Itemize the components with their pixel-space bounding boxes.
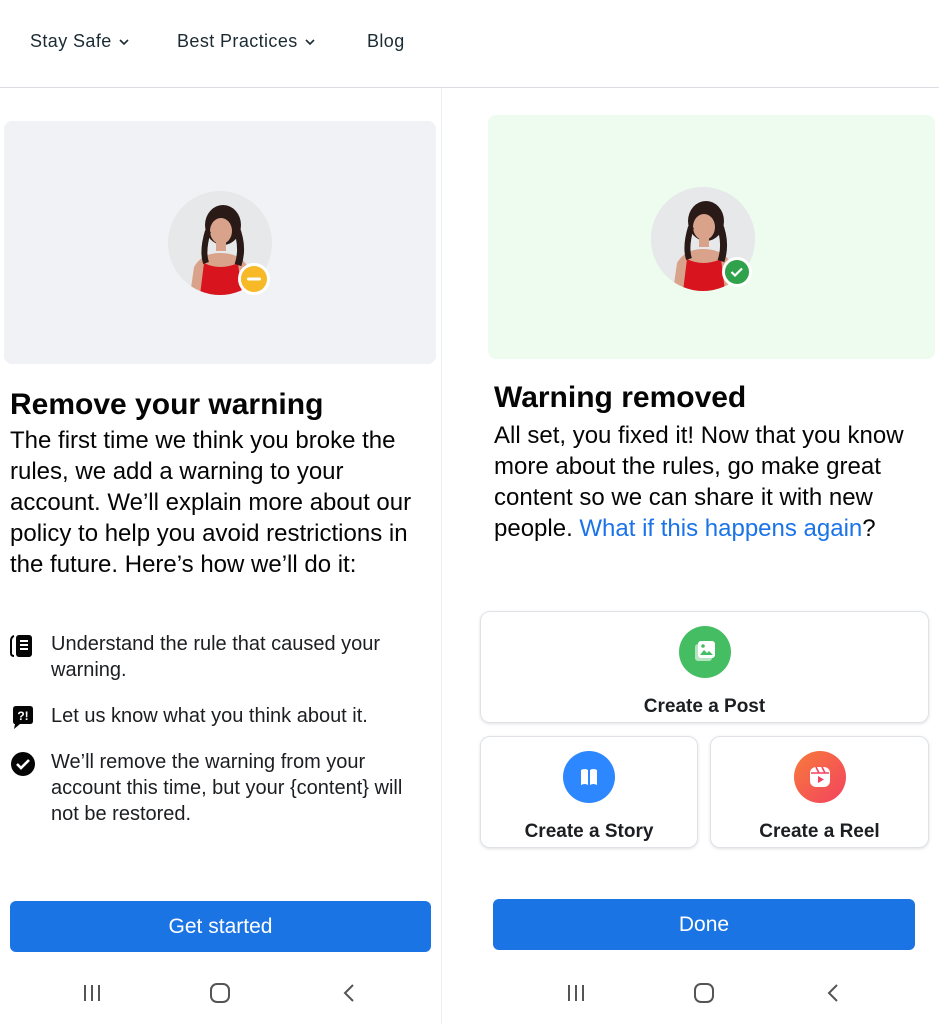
nav-blog-label: Blog — [367, 31, 405, 51]
nav-blog[interactable]: Blog — [367, 31, 405, 52]
warning-hero — [4, 121, 436, 364]
create-story-label: Create a Story — [524, 821, 654, 842]
create-reel-label: Create a Reel — [759, 821, 880, 842]
minus-circle-icon — [241, 266, 267, 292]
get-started-button[interactable]: Get started — [10, 901, 431, 952]
back-icon[interactable] — [336, 980, 362, 1006]
nav-best-practices-label: Best Practices — [177, 31, 298, 51]
warning-badge — [238, 263, 270, 295]
success-hero — [488, 115, 935, 359]
checkmark-circle-icon — [10, 751, 36, 777]
success-badge — [722, 257, 752, 287]
photo-icon — [678, 626, 731, 678]
system-navigation-bar — [474, 972, 939, 1024]
nav-stay-safe[interactable]: Stay Safe — [30, 31, 130, 52]
remove-warning-screen: Remove your warning The first time we th… — [0, 88, 442, 1024]
reel-play-icon — [793, 751, 846, 803]
top-navigation: Stay Safe Best Practices Blog — [0, 0, 939, 88]
page-title: Remove your warning — [10, 388, 324, 421]
list-item: We’ll remove the warning from your accou… — [10, 749, 430, 827]
create-story-card[interactable]: Create a Story — [480, 736, 698, 848]
chevron-down-icon — [119, 38, 129, 45]
success-text: All set, you fixed it! Now that you know… — [494, 420, 924, 544]
intro-text: The first time we think you broke the ru… — [10, 427, 412, 578]
recent-apps-icon[interactable] — [563, 980, 589, 1006]
what-if-link[interactable]: What if this happens again — [579, 515, 862, 542]
rulebook-icon — [10, 633, 36, 659]
home-icon[interactable] — [691, 980, 717, 1006]
feedback-bubble-icon: ?! — [10, 705, 36, 731]
create-reel-card[interactable]: Create a Reel — [710, 736, 929, 848]
chevron-down-icon — [305, 38, 315, 45]
steps-list: Understand the rule that caused your war… — [10, 631, 430, 847]
step-text: Understand the rule that caused your war… — [51, 633, 381, 681]
book-icon — [563, 751, 615, 803]
list-item: Understand the rule that caused your war… — [10, 631, 430, 683]
create-post-card[interactable]: Create a Post — [480, 611, 929, 723]
warning-removed-screen: Warning removed All set, you fixed it! N… — [474, 88, 939, 1024]
question-mark: ? — [862, 515, 876, 542]
nav-stay-safe-label: Stay Safe — [30, 31, 112, 51]
system-navigation-bar — [0, 972, 441, 1024]
recent-apps-icon[interactable] — [79, 980, 105, 1006]
list-item: ?! Let us know what you think about it. — [10, 703, 430, 729]
back-icon[interactable] — [820, 980, 846, 1006]
svg-text:?!: ?! — [17, 709, 28, 723]
done-button[interactable]: Done — [493, 899, 915, 950]
nav-best-practices[interactable]: Best Practices — [177, 31, 316, 52]
home-icon[interactable] — [207, 980, 233, 1006]
step-text: Let us know what you think about it. — [51, 705, 368, 727]
page-title: Warning removed — [494, 381, 747, 414]
create-post-label: Create a Post — [643, 696, 766, 717]
step-text: We’ll remove the warning from your accou… — [51, 751, 403, 825]
check-circle-icon — [725, 260, 749, 284]
